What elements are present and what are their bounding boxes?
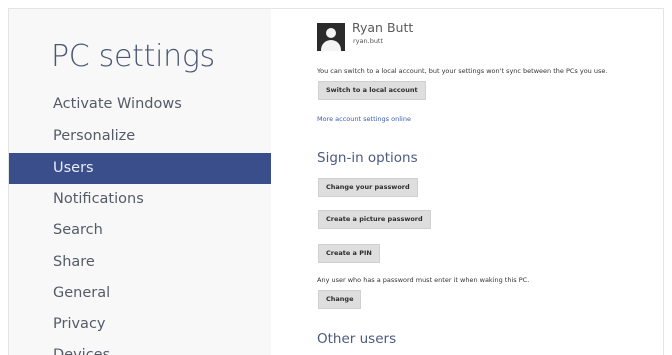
user-name: Ryan Butt [352,20,414,35]
more-account-settings-link[interactable]: More account settings online [317,115,411,123]
switch-to-local-account-button[interactable]: Switch to a local account [318,81,426,100]
app-title: PC settings [51,39,215,74]
nav-item-privacy[interactable]: Privacy [9,309,271,340]
user-account-id: ryan.butt [353,37,384,45]
switch-account-note: You can switch to a local account, but y… [317,67,608,75]
avatar-body-shape [321,40,341,51]
avatar-head-shape [326,28,336,38]
nav-item-notifications[interactable]: Notifications [9,184,271,215]
create-pin-button[interactable]: Create a PIN [318,244,380,263]
nav-item-devices[interactable]: Devices [9,340,271,355]
nav-item-general[interactable]: General [9,278,271,309]
waking-password-note: Any user who has a password must enter i… [317,276,530,284]
nav-item-search[interactable]: Search [9,215,271,246]
nav-item-share[interactable]: Share [9,247,271,278]
users-settings-pane: Ryan Butt ryan.butt You can switch to a … [271,9,663,355]
user-avatar-icon [317,23,345,51]
pc-settings-window: PC settings Activate Windows Personalize… [8,8,664,355]
create-picture-password-button[interactable]: Create a picture password [318,210,431,229]
nav-item-activate-windows[interactable]: Activate Windows [9,89,271,120]
nav-item-personalize[interactable]: Personalize [9,121,271,152]
change-waking-option-button[interactable]: Change [318,290,362,309]
settings-nav-pane: PC settings Activate Windows Personalize… [9,9,271,355]
change-password-button[interactable]: Change your password [318,178,418,197]
sign-in-options-heading: Sign-in options [317,150,418,166]
nav-item-users[interactable]: Users [9,153,271,184]
other-users-heading: Other users [317,331,397,347]
